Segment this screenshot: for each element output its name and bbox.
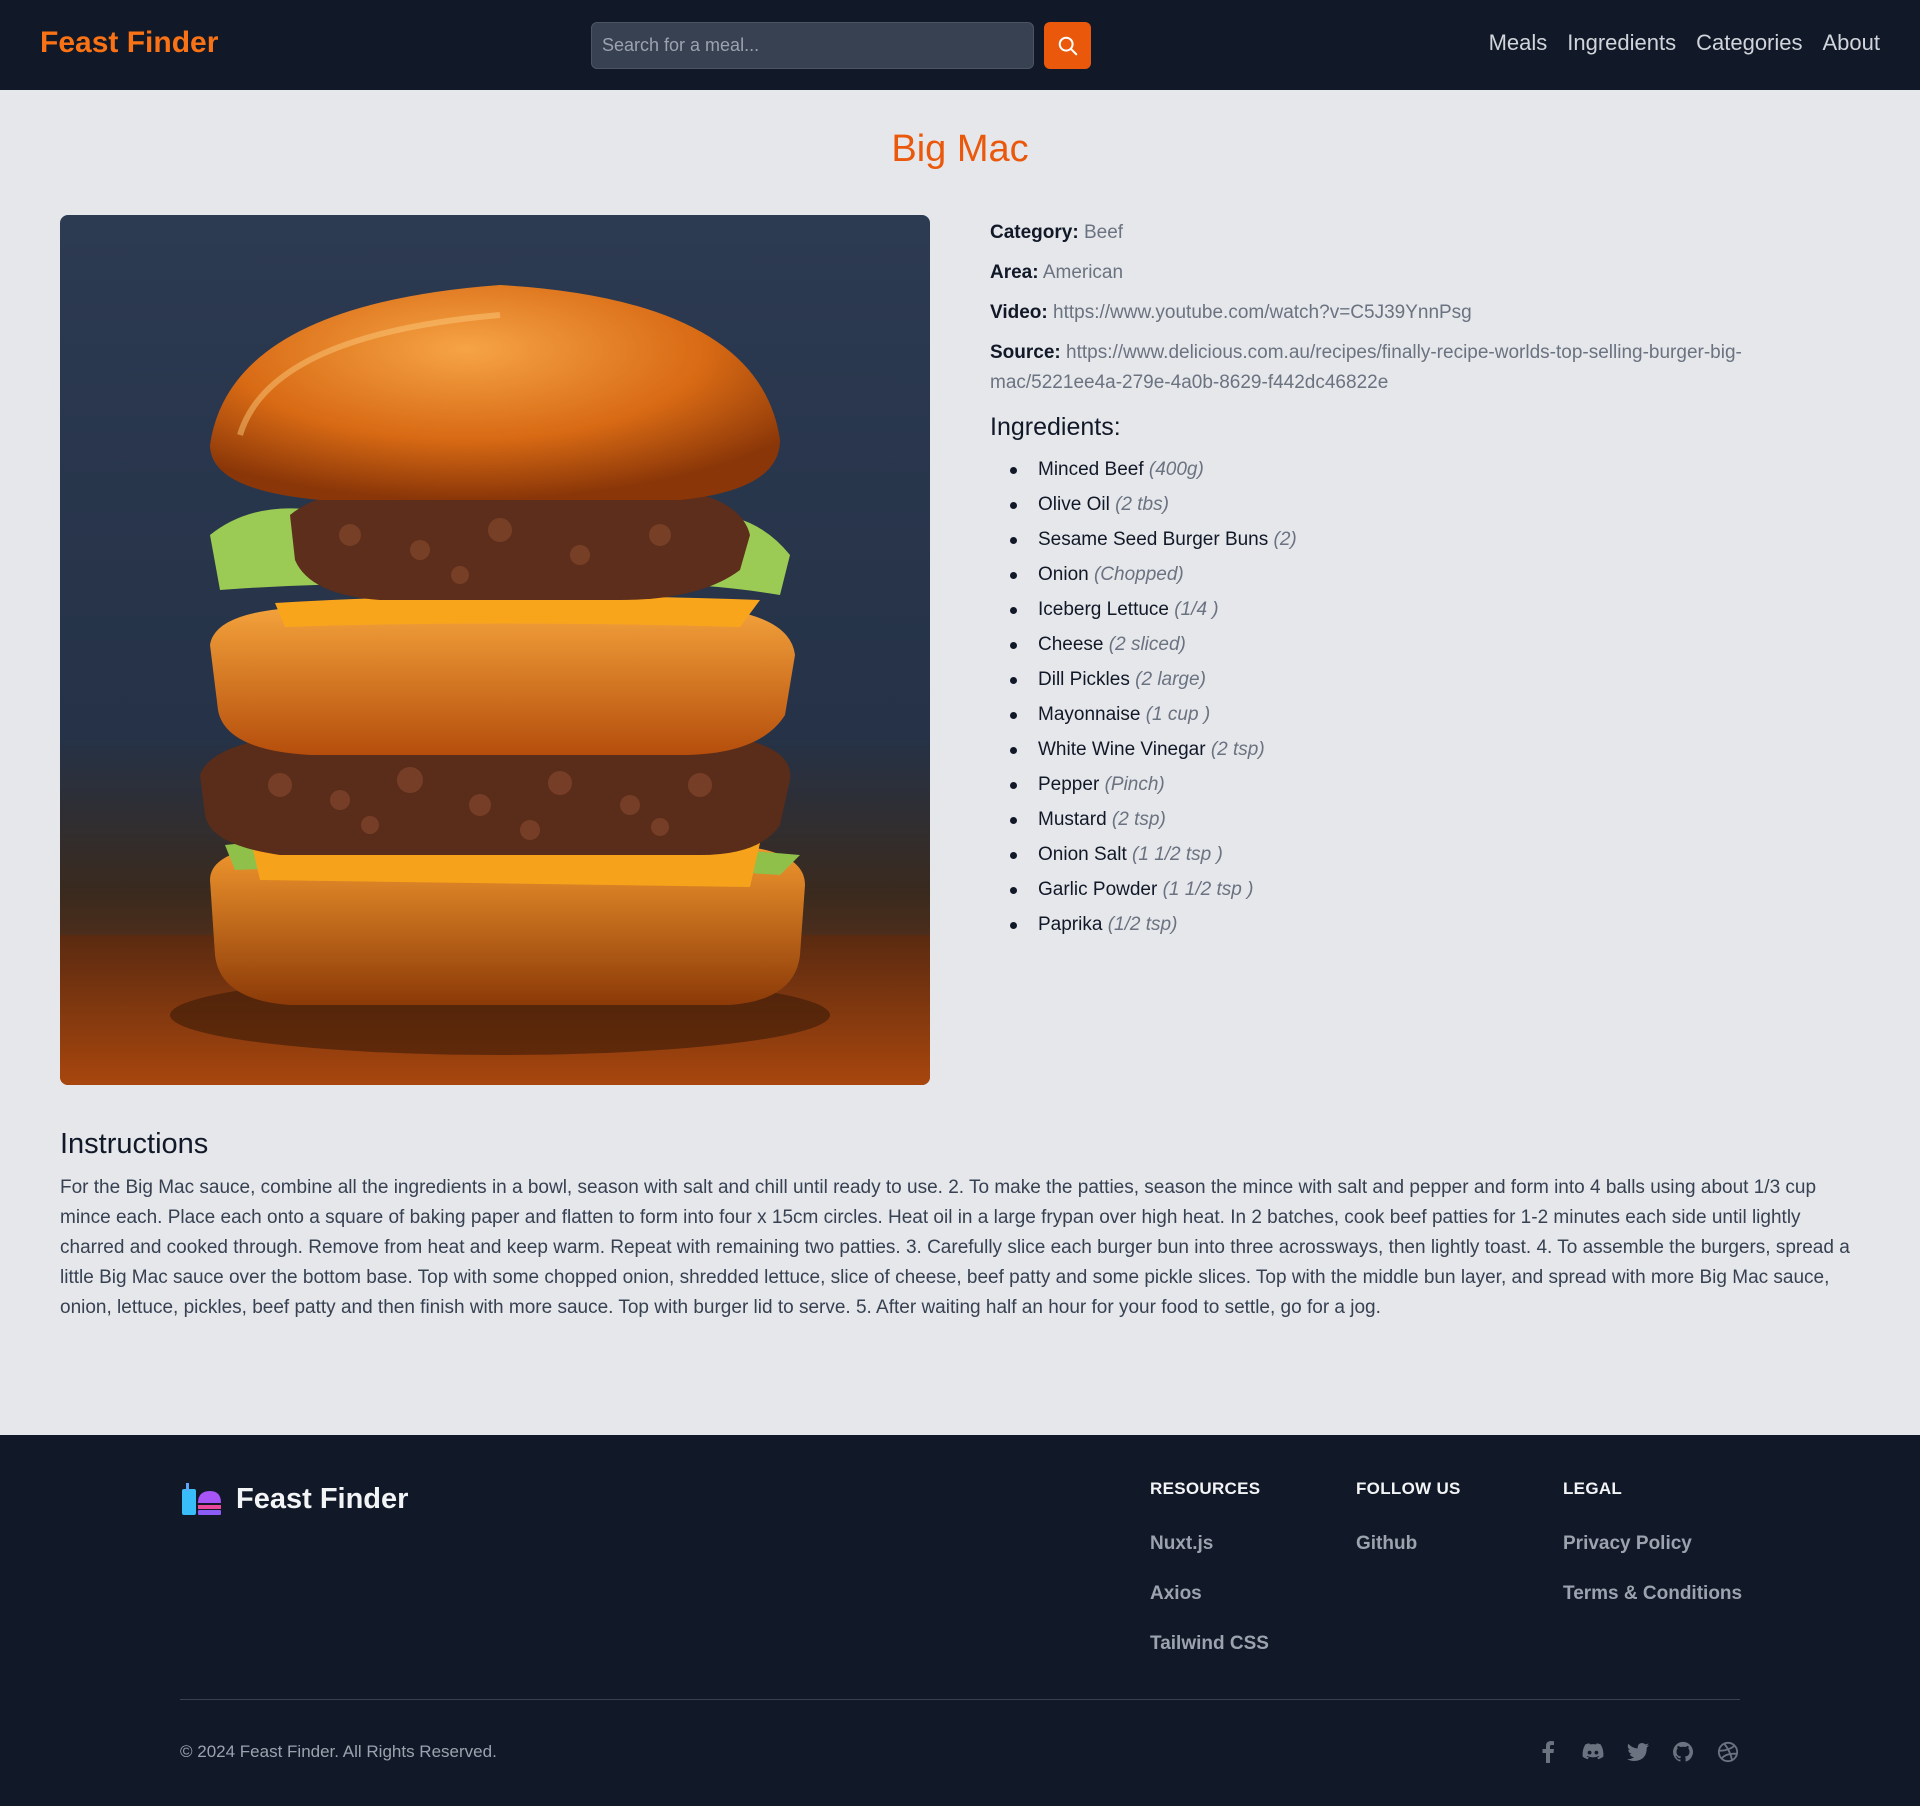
ingredient-name: Onion <box>1038 564 1089 585</box>
ingredient-name: Paprika <box>1038 914 1103 935</box>
source-label: Source: <box>990 342 1061 363</box>
ingredient-list: Minced Beef (400g) Olive Oil (2 tbs) Ses… <box>990 452 1850 942</box>
list-item: Pepper (Pinch) <box>1010 767 1850 802</box>
footer-link-nuxt[interactable]: Nuxt.js <box>1150 1531 1269 1556</box>
footer-col-title: RESOURCES <box>1150 1479 1261 1498</box>
list-item: Dill Pickles (2 large) <box>1010 662 1850 697</box>
ingredient-name: Onion Salt <box>1038 844 1127 865</box>
twitter-icon[interactable] <box>1626 1740 1649 1763</box>
nav-about[interactable]: About <box>1823 30 1881 56</box>
list-item: Paprika (1/2 tsp) <box>1010 907 1850 942</box>
area-value: American <box>1042 262 1124 283</box>
nav-meals[interactable]: Meals <box>1489 30 1548 56</box>
meal-title: Big Mac <box>891 128 1029 170</box>
github-icon[interactable] <box>1671 1740 1694 1763</box>
ingredient-name: Sesame Seed Burger Buns <box>1038 529 1269 550</box>
footer-legal: LEGAL Privacy Policy Terms & Conditions <box>1563 1479 1742 1631</box>
area-row: Area: American <box>990 258 1850 288</box>
main-nav: Meals Ingredients Categories About <box>1489 30 1880 56</box>
ingredient-measure: (2 tbs) <box>1115 494 1169 515</box>
ingredient-name: Minced Beef <box>1038 459 1144 480</box>
footer-link-terms[interactable]: Terms & Conditions <box>1563 1581 1742 1606</box>
footer-brand-text: Feast Finder <box>236 1482 409 1515</box>
search-input[interactable] <box>591 22 1034 69</box>
list-item: Iceberg Lettuce (1/4 ) <box>1010 592 1850 627</box>
category-label: Category: <box>990 222 1079 243</box>
ingredient-measure: (1 1/2 tsp ) <box>1162 879 1254 900</box>
nav-categories[interactable]: Categories <box>1696 30 1802 56</box>
footer: Feast Finder RESOURCES Nuxt.js Axios Tai… <box>0 1435 1920 1806</box>
search-button[interactable] <box>1044 22 1091 69</box>
video-link[interactable]: https://www.youtube.com/watch?v=C5J39Ynn… <box>1053 302 1472 323</box>
ingredient-measure: (2 tsp) <box>1210 739 1265 760</box>
instructions-text: For the Big Mac sauce, combine all the i… <box>60 1177 1850 1318</box>
list-item: Cheese (2 sliced) <box>1010 627 1850 662</box>
footer-resources: RESOURCES Nuxt.js Axios Tailwind CSS <box>1150 1479 1269 1681</box>
area-label: Area: <box>990 262 1039 283</box>
ingredient-measure: (2 tsp) <box>1111 809 1166 830</box>
video-label: Video: <box>990 302 1048 323</box>
footer-link-github[interactable]: Github <box>1356 1531 1461 1556</box>
footer-col-title: LEGAL <box>1563 1479 1623 1498</box>
source-row: Source: https://www.delicious.com.au/rec… <box>990 338 1850 398</box>
list-item: Minced Beef (400g) <box>1010 452 1850 487</box>
top-navbar: Feast Finder Meals Ingredients Categorie… <box>0 0 1920 90</box>
ingredient-measure: (1/2 tsp) <box>1107 914 1178 935</box>
list-item: Garlic Powder (1 1/2 tsp ) <box>1010 872 1850 907</box>
ingredient-name: Dill Pickles <box>1038 669 1130 690</box>
ingredient-name: Garlic Powder <box>1038 879 1158 900</box>
brand-logo-link[interactable]: Feast Finder <box>40 26 218 60</box>
footer-link-privacy[interactable]: Privacy Policy <box>1563 1531 1742 1556</box>
list-item: Mustard (2 tsp) <box>1010 802 1850 837</box>
footer-link-tailwind[interactable]: Tailwind CSS <box>1150 1631 1269 1656</box>
ingredient-measure: (1/4 ) <box>1174 599 1219 620</box>
ingredient-measure: (400g) <box>1148 459 1204 480</box>
ingredient-name: Iceberg Lettuce <box>1038 599 1169 620</box>
category-row: Category: Beef <box>990 218 1850 248</box>
ingredient-measure: (2 large) <box>1135 669 1206 690</box>
list-item: Olive Oil (2 tbs) <box>1010 487 1850 522</box>
list-item: Mayonnaise (1 cup ) <box>1010 697 1850 732</box>
meal-logo-icon <box>182 1483 221 1515</box>
instructions-section: Instructions For the Big Mac sauce, comb… <box>60 1128 1860 1323</box>
ingredient-name: Cheese <box>1038 634 1104 655</box>
ingredient-measure: (1 cup ) <box>1145 704 1211 725</box>
nav-ingredients[interactable]: Ingredients <box>1567 30 1676 56</box>
ingredient-name: Mayonnaise <box>1038 704 1141 725</box>
list-item: Onion Salt (1 1/2 tsp ) <box>1010 837 1850 872</box>
ingredient-name: Pepper <box>1038 774 1100 795</box>
discord-icon[interactable] <box>1581 1740 1604 1763</box>
ingredient-name: White Wine Vinegar <box>1038 739 1206 760</box>
video-row: Video: https://www.youtube.com/watch?v=C… <box>990 298 1850 328</box>
dribbble-icon[interactable] <box>1716 1740 1739 1763</box>
copyright-text: © 2024 Feast Finder. All Rights Reserved… <box>180 1742 497 1761</box>
instructions-heading: Instructions <box>60 1128 209 1160</box>
list-item: Onion (Chopped) <box>1010 557 1850 592</box>
list-item: White Wine Vinegar (2 tsp) <box>1010 732 1850 767</box>
social-links <box>1536 1740 1739 1763</box>
ingredient-measure: (Pinch) <box>1104 774 1165 795</box>
ingredient-name: Mustard <box>1038 809 1107 830</box>
ingredient-name: Olive Oil <box>1038 494 1110 515</box>
list-item: Sesame Seed Burger Buns (2) <box>1010 522 1850 557</box>
meal-details: Category: Beef Area: American Video: htt… <box>990 218 1850 942</box>
ingredient-measure: (1 1/2 tsp ) <box>1132 844 1223 865</box>
footer-brand-link[interactable]: Feast Finder <box>180 1481 408 1517</box>
footer-follow: FOLLOW US Github <box>1356 1479 1461 1581</box>
ingredient-measure: (2) <box>1273 529 1297 550</box>
search-icon <box>1058 36 1077 55</box>
category-value: Beef <box>1083 222 1124 243</box>
facebook-icon[interactable] <box>1536 1740 1559 1763</box>
ingredients-heading: Ingredients: <box>990 413 1121 441</box>
footer-col-title: FOLLOW US <box>1356 1479 1461 1498</box>
ingredient-measure: (2 sliced) <box>1108 634 1186 655</box>
ingredient-measure: (Chopped) <box>1093 564 1184 585</box>
footer-divider <box>180 1699 1740 1700</box>
footer-link-axios[interactable]: Axios <box>1150 1581 1269 1606</box>
source-link[interactable]: https://www.delicious.com.au/recipes/fin… <box>990 342 1742 393</box>
meal-image <box>60 215 930 1085</box>
